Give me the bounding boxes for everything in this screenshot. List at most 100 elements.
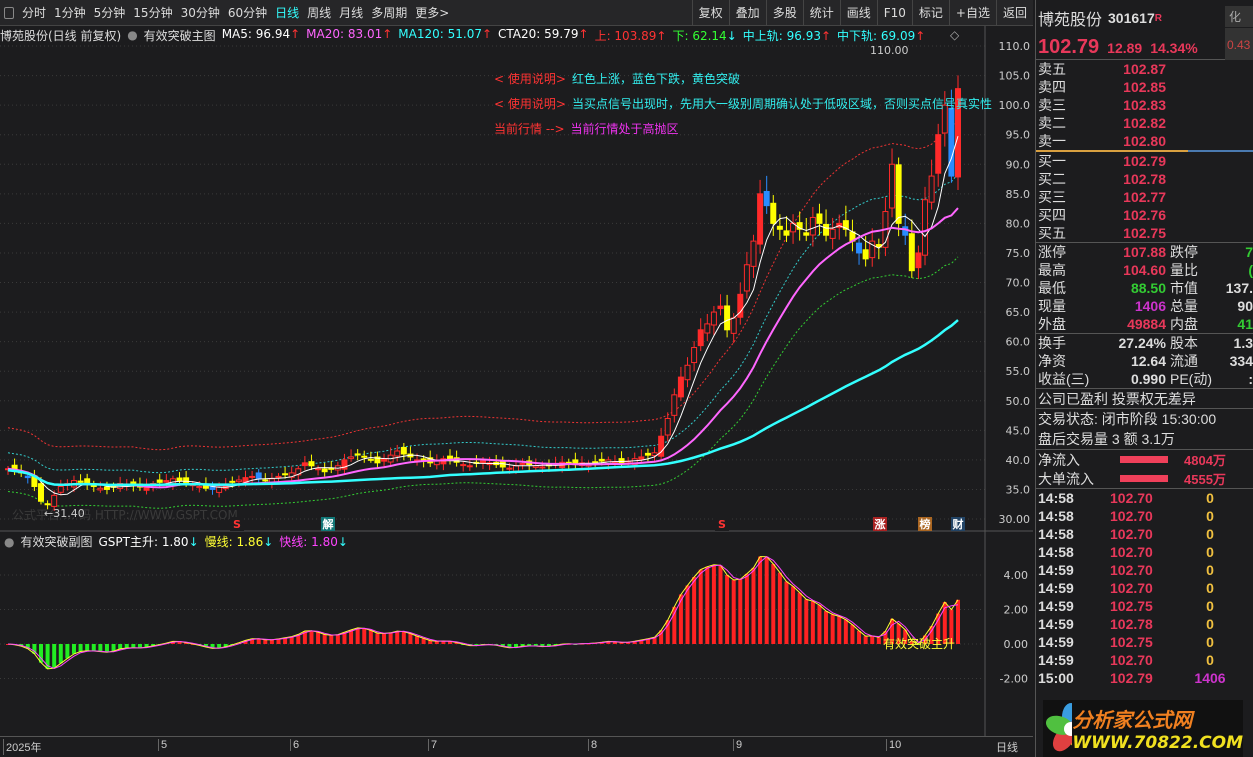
osc-bar [78, 644, 83, 652]
trade-volume: 0 [1206, 544, 1214, 560]
osc-bar [335, 634, 340, 644]
trade-time: 15:00 [1038, 670, 1074, 686]
flow-row: 大单流入 4555万 [1036, 469, 1253, 488]
legend-value: 中上轨: 96.93 [742, 28, 821, 43]
arrow-icon: ↑ [656, 28, 667, 43]
flow-bar [1120, 456, 1168, 463]
arrow-icon: ↓ [726, 28, 737, 43]
legend-value: CTA20: 59.79 [498, 26, 579, 41]
site-logo: 分析家公式网 WWW.70822.COM [1043, 700, 1243, 757]
osc-bar [415, 636, 420, 644]
osc-bar [744, 573, 749, 644]
stat-label: PE(动) [1170, 371, 1212, 387]
trade-price: 102.79 [1110, 670, 1153, 686]
event-marker[interactable]: 涨 [875, 517, 886, 531]
legend-item: MA20: 83.01↑ [306, 27, 392, 44]
date-tick: 9 [733, 739, 742, 751]
osc-bar [256, 638, 261, 644]
usage-note: < 使用说明> 当买点信号出现时，先用大一级别周期确认处于低吸区域，否则买点信号真… [494, 95, 992, 112]
date-tick: 7 [428, 739, 437, 751]
date-tick: 10 [886, 739, 901, 751]
osc-bar [131, 644, 136, 648]
event-marker[interactable]: 榜 [920, 517, 931, 531]
price-tick: 75.0 [1006, 247, 1031, 260]
trade-row: 14:59 102.70 0 [1036, 579, 1253, 597]
stat-row: 收益(三) 0.990 PE(动): [1036, 370, 1253, 388]
level-price: 102.78 [1123, 171, 1166, 187]
trade-price: 102.75 [1110, 598, 1153, 614]
stock-code: 301617 [1108, 10, 1155, 26]
info-text: 公司已盈利 投票权无差异 [1038, 390, 1196, 407]
level-price: 102.82 [1123, 115, 1166, 131]
osc-bar [58, 644, 63, 664]
osc-bar [104, 644, 109, 653]
level-label: 买三 [1038, 189, 1066, 205]
price-tick: 30.00 [999, 513, 1031, 526]
stat-label: 跌停 [1170, 244, 1198, 260]
osc-bar [824, 611, 829, 644]
osc-bar [725, 575, 730, 644]
trade-time: 14:58 [1038, 544, 1074, 560]
osc-bar [692, 577, 697, 644]
trade-time: 14:59 [1038, 652, 1074, 668]
stat-row: 外盘 49884 内盘 41 [1036, 315, 1253, 333]
legend-item: MA120: 51.07↑ [398, 27, 492, 44]
stat-label: 最高 [1038, 262, 1066, 278]
osc-bar [784, 581, 789, 644]
event-marker[interactable]: S [233, 518, 241, 531]
legend-item: CTA20: 59.79↑ [498, 27, 589, 44]
order-book-row: 买三 102.77 [1036, 188, 1253, 206]
stat-value: ( [1248, 262, 1253, 278]
stat-label: 净资 [1038, 353, 1066, 369]
trade-time: 14:59 [1038, 598, 1074, 614]
osc-tick: -2.00 [1000, 673, 1028, 686]
trade-price: 102.70 [1110, 544, 1153, 560]
kline-chart[interactable]: 110.0 105.0 100.0 95.0 90.0 85.0 80.0 75.0 70.0 6… [0, 0, 1033, 757]
info-text: 盘后交易量 3 额 3.1万 [1038, 431, 1175, 447]
flow-value: 4804万 [1184, 453, 1226, 468]
osc-bar [322, 634, 327, 644]
osc-bar [263, 639, 268, 644]
main-legend: 博苑股份(日线 前复权) ● 有效突破主图 MA5: 96.94↑ MA20: 8… [0, 26, 959, 44]
stat-row: 涨停 107.88 跌停 7 [1036, 243, 1253, 261]
event-marker[interactable]: 财 [952, 517, 964, 531]
stat-value: 137. [1225, 280, 1253, 296]
trade-row: 14:59 102.70 0 [1036, 561, 1253, 579]
logo-title: 分析家公式网 [1072, 708, 1193, 732]
note-tag: < 使用说明> [494, 97, 566, 111]
indicator-dropdown-icon[interactable]: ● [4, 535, 14, 549]
date-tick: 6 [290, 739, 299, 751]
legend-value: MA20: 83.01 [306, 26, 383, 41]
diamond-icon[interactable]: ◇ [950, 28, 959, 42]
event-marker[interactable]: S [718, 518, 726, 531]
level-label: 卖五 [1038, 61, 1066, 77]
date-tick: 8 [588, 739, 597, 751]
trade-volume: 0 [1206, 616, 1214, 632]
price-tick: 85.0 [1006, 188, 1031, 201]
sub-indicator-name[interactable]: 有效突破副图 [20, 533, 92, 550]
trade-volume: 0 [1206, 526, 1214, 542]
event-marker[interactable]: 解 [323, 517, 334, 531]
period-label[interactable]: 日线 [996, 739, 1018, 755]
osc-bar [870, 635, 875, 644]
trade-volume: 1406 [1194, 670, 1226, 686]
osc-bar [731, 580, 736, 644]
order-book-row: 卖一 102.80 [1036, 132, 1253, 150]
side-tab[interactable]: 化 [1225, 6, 1253, 27]
info-line: 盘后交易量 3 额 3.1万 [1036, 429, 1253, 449]
stat-label: 涨停 [1038, 244, 1066, 260]
legend-value: 中下轨: 69.09 [837, 28, 916, 43]
indicator-name[interactable]: 有效突破主图 [144, 27, 216, 44]
osc-bar [771, 564, 776, 644]
trade-price: 102.70 [1110, 526, 1153, 542]
note-tag: 当前行情 --> [494, 122, 565, 136]
stat-value: 90 [1237, 298, 1253, 314]
order-book-row: 卖二 102.82 [1036, 114, 1253, 132]
price-tick: 50.0 [1006, 395, 1031, 408]
trade-price: 102.75 [1110, 634, 1153, 650]
order-book-row: 买五 102.75 [1036, 224, 1253, 242]
level-label: 买一 [1038, 153, 1066, 169]
osc-bar [837, 616, 842, 644]
note-text: 红色上涨，蓝色下跌，黄色突破 [571, 72, 740, 86]
indicator-dropdown-icon[interactable]: ● [127, 28, 137, 42]
